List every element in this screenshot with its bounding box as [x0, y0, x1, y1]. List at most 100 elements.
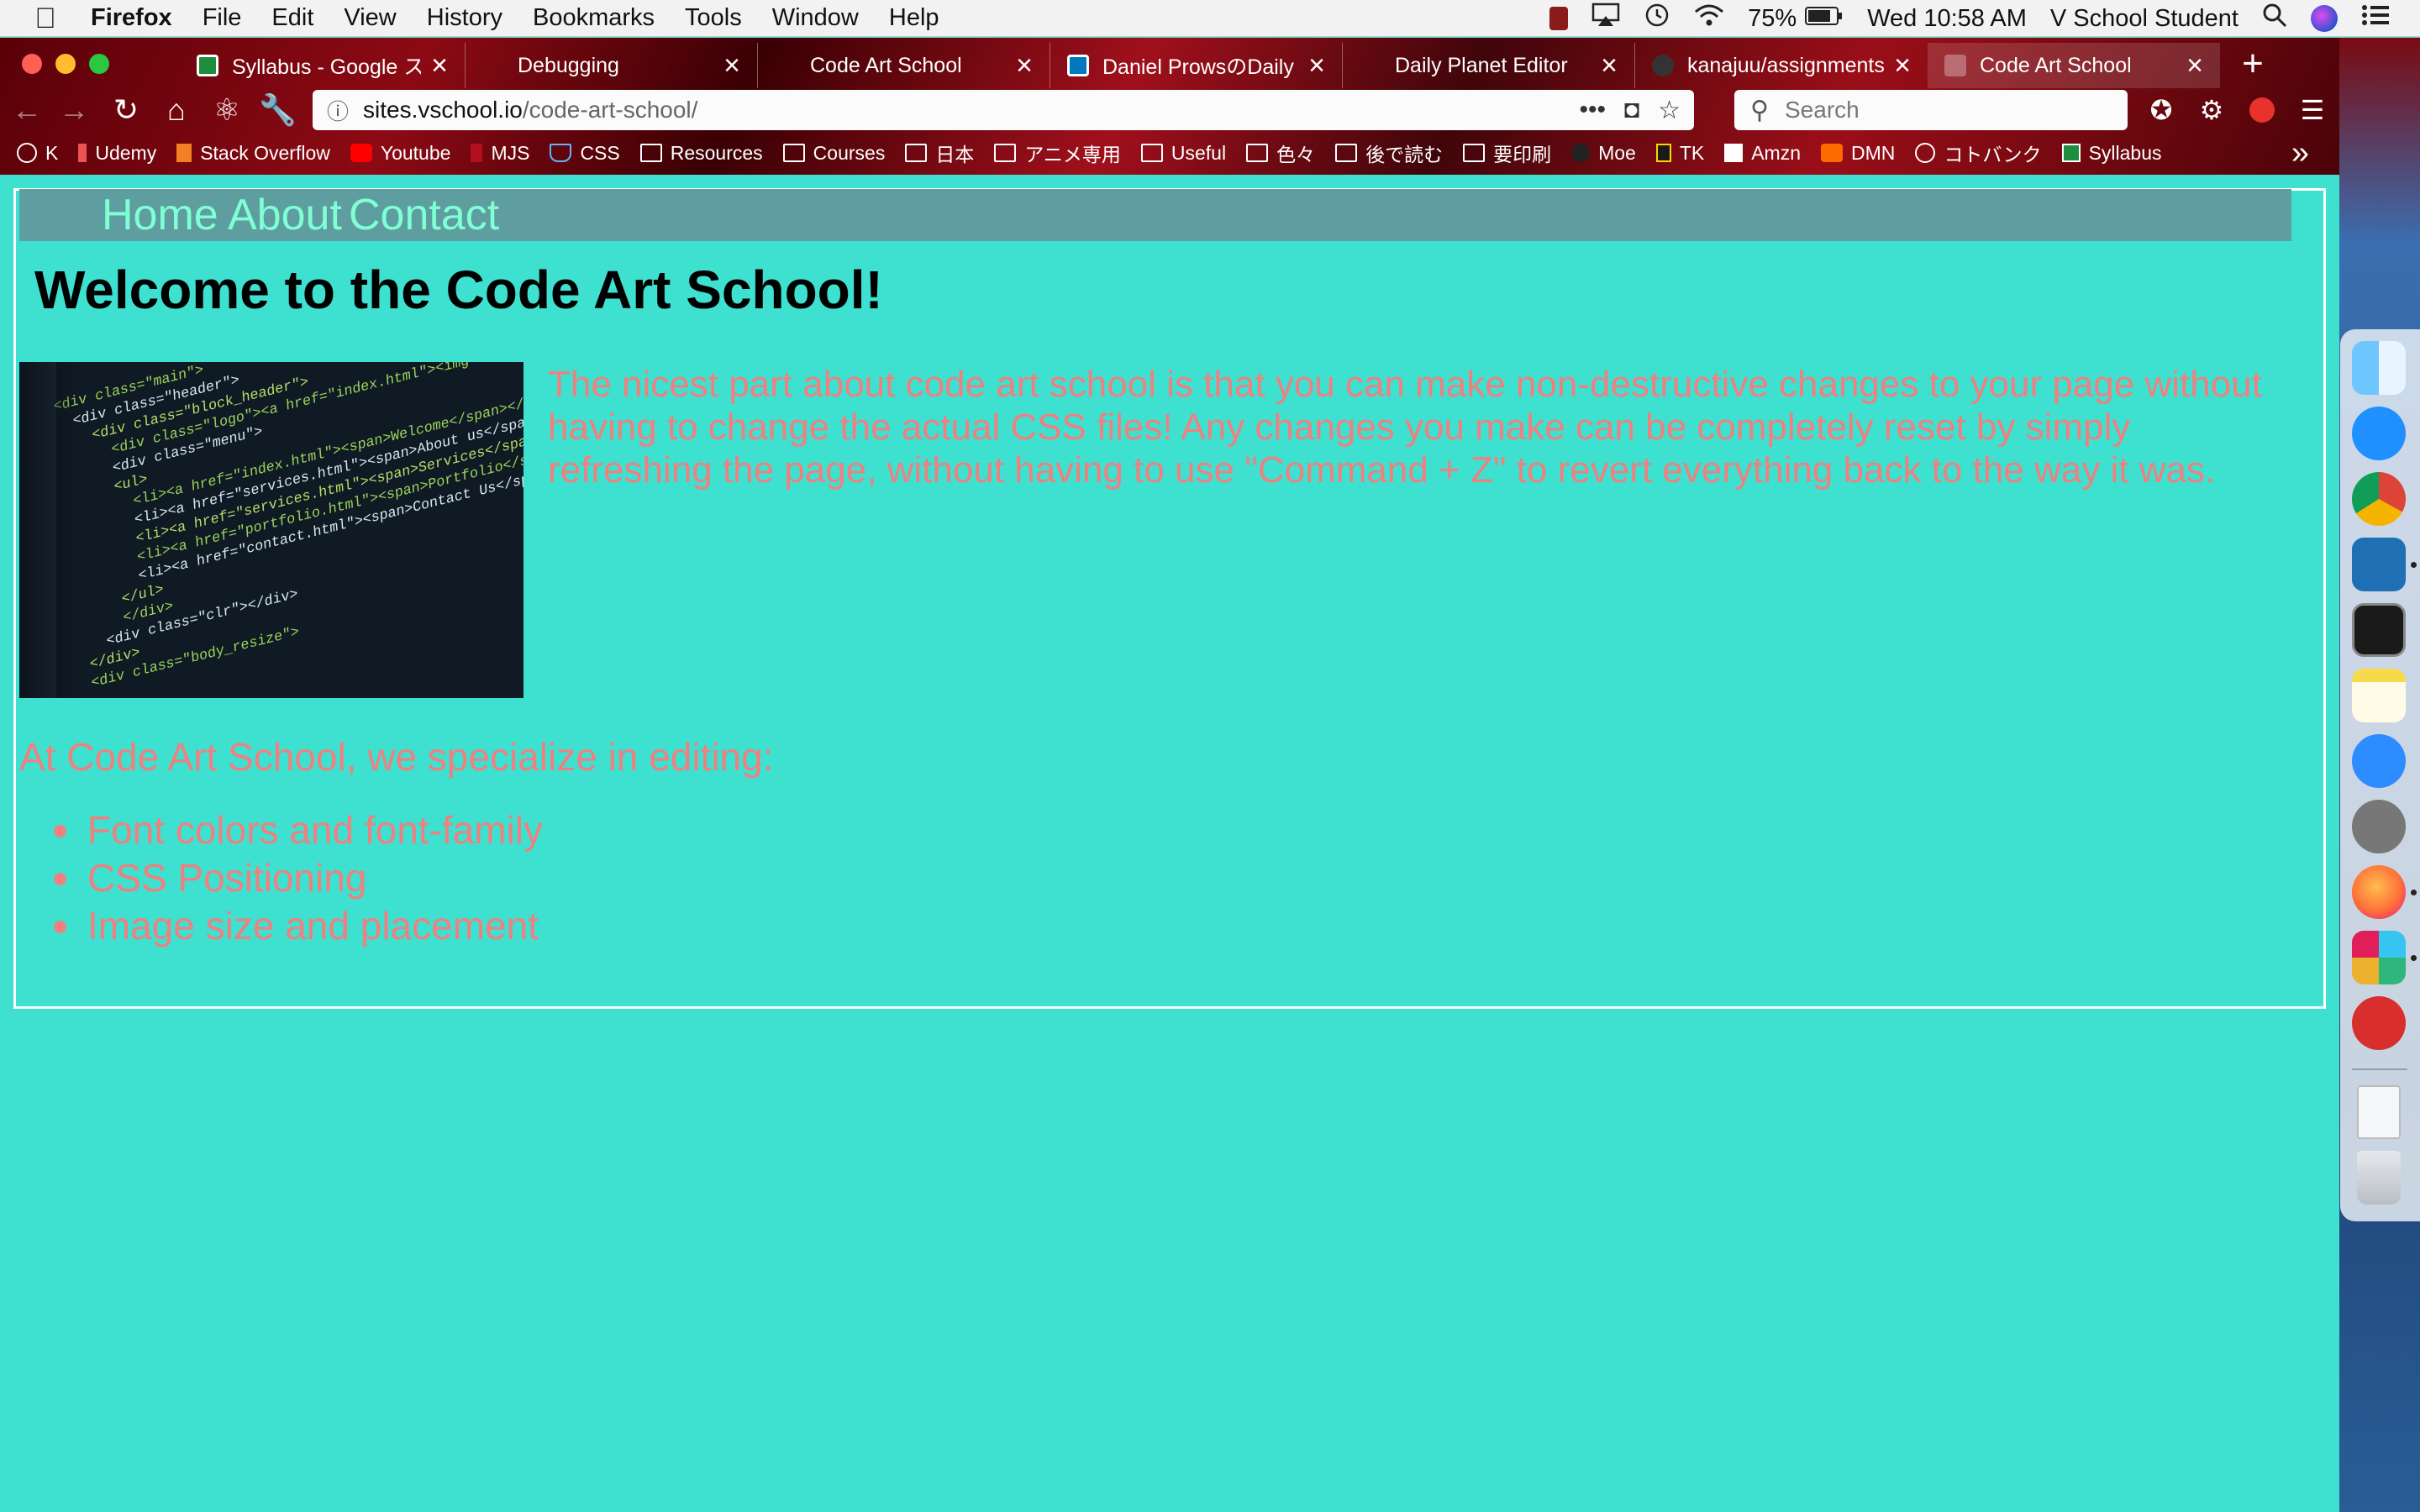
- document-icon[interactable]: [2357, 1085, 2401, 1139]
- address-bar[interactable]: ⓘ sites.vschool.io/code-art-school/ ••• …: [313, 90, 1694, 130]
- navigation-toolbar: ← → ↻ ⌂ ⚛ 🔧 ⓘ sites.vschool.io/code-art-…: [0, 88, 2339, 132]
- nav-link-about[interactable]: About: [228, 189, 342, 241]
- hamburger-menu-icon[interactable]: ☰: [2294, 92, 2331, 129]
- airplay-icon[interactable]: [1591, 3, 1620, 34]
- trash-icon[interactable]: [2357, 1151, 2401, 1205]
- running-indicator: [2411, 562, 2417, 568]
- menu-edit[interactable]: Edit: [271, 4, 313, 32]
- notification-center-icon[interactable]: [2361, 3, 2390, 34]
- firefox-icon[interactable]: [2352, 865, 2406, 919]
- page-actions-icon[interactable]: •••: [1579, 96, 1606, 124]
- siri-icon[interactable]: [2311, 5, 2338, 32]
- menu-bookmarks[interactable]: Bookmarks: [533, 4, 655, 32]
- app-store-icon[interactable]: [2352, 407, 2406, 460]
- bookmark-mjs[interactable]: MJS: [471, 142, 529, 165]
- close-tab-icon[interactable]: ×: [1894, 51, 1911, 80]
- bookmark-read-later[interactable]: 後で読む: [1335, 139, 1443, 167]
- css-icon: [550, 144, 572, 162]
- bookmark-tk[interactable]: TK: [1655, 142, 1704, 165]
- tomato-extension-icon[interactable]: [2244, 92, 2281, 129]
- bookmarks-overflow-icon[interactable]: »: [2291, 132, 2309, 174]
- notes-icon[interactable]: [2352, 669, 2406, 722]
- close-tab-icon[interactable]: ×: [723, 51, 740, 80]
- bookmark-iroiro[interactable]: 色々: [1246, 139, 1315, 167]
- bookmark-dmn[interactable]: DMN: [1821, 142, 1895, 165]
- minimize-window-button[interactable]: [55, 54, 76, 74]
- new-tab-button[interactable]: +: [2230, 43, 2275, 88]
- close-window-button[interactable]: [22, 54, 42, 74]
- reload-icon[interactable]: ↻: [108, 92, 145, 129]
- chrome-icon[interactable]: [2352, 472, 2406, 526]
- bookmark-resources[interactable]: Resources: [639, 142, 763, 165]
- back-icon[interactable]: ←: [8, 92, 45, 129]
- extension-gear-icon[interactable]: ⚙: [2193, 92, 2230, 129]
- menu-file[interactable]: File: [203, 4, 242, 32]
- bookmark-youtube[interactable]: Youtube: [350, 141, 451, 165]
- tab-code-art-school-1[interactable]: Code Art School ×: [758, 43, 1050, 88]
- zoom-icon[interactable]: [2352, 734, 2406, 788]
- wifi-icon[interactable]: [1694, 3, 1724, 34]
- wrench-icon[interactable]: 🔧: [259, 92, 297, 129]
- bookmark-courses[interactable]: Courses: [782, 142, 885, 165]
- tab-code-art-school-active[interactable]: Code Art School ×: [1928, 43, 2220, 88]
- bookmark-k[interactable]: K: [17, 142, 58, 165]
- bookmark-css[interactable]: CSS: [550, 142, 620, 165]
- tab-daily-planet[interactable]: Daily Planet Editor ×: [1343, 43, 1635, 88]
- battery-icon[interactable]: [1805, 5, 1844, 33]
- bookmark-udemy[interactable]: Udemy: [78, 142, 156, 165]
- bookmark-syllabus[interactable]: Syllabus: [2061, 142, 2162, 165]
- folder-icon: [1335, 144, 1358, 162]
- bookmark-anime[interactable]: アニメ専用: [994, 139, 1121, 167]
- bookmark-label: Youtube: [380, 141, 451, 164]
- finder-icon[interactable]: [2352, 341, 2406, 395]
- bookmark-kotobank[interactable]: コトバンク: [1915, 139, 2042, 167]
- menu-help[interactable]: Help: [889, 4, 939, 32]
- close-tab-icon[interactable]: ×: [1308, 51, 1325, 80]
- clock[interactable]: Wed 10:58 AM: [1867, 5, 2027, 33]
- home-icon[interactable]: ⌂: [158, 92, 195, 129]
- menu-window[interactable]: Window: [772, 4, 859, 32]
- close-tab-icon[interactable]: ×: [1016, 51, 1033, 80]
- running-indicator: [2411, 955, 2417, 961]
- bookmark-to-print[interactable]: 要印刷: [1463, 139, 1551, 167]
- app-status-icon[interactable]: [1549, 7, 1569, 30]
- tab-kanajuu-assignments[interactable]: kanajuu/assignments ×: [1635, 43, 1928, 88]
- battery-percent[interactable]: 75%: [1748, 5, 1797, 33]
- nav-link-home[interactable]: Home: [102, 189, 218, 241]
- bookmark-useful[interactable]: Useful: [1140, 142, 1226, 165]
- search-bar[interactable]: ⚲ Search: [1734, 90, 2128, 130]
- bookmark-amzn[interactable]: Amzn: [1724, 142, 1801, 165]
- maximize-window-button[interactable]: [89, 54, 109, 74]
- tab-syllabus[interactable]: Syllabus - Google ス ×: [180, 43, 466, 88]
- close-tab-icon[interactable]: ×: [431, 51, 448, 80]
- close-tab-icon[interactable]: ×: [2186, 51, 2203, 80]
- menu-app-name[interactable]: Firefox: [91, 4, 172, 32]
- menu-view[interactable]: View: [344, 4, 396, 32]
- time-machine-icon[interactable]: [1644, 2, 1670, 35]
- dock-separator: [2352, 1068, 2407, 1070]
- pocket-icon[interactable]: ◘: [1624, 96, 1639, 124]
- forward-icon[interactable]: →: [55, 92, 92, 129]
- apple-icon[interactable]: : [0, 0, 91, 37]
- vscode-icon[interactable]: [2352, 538, 2406, 591]
- current-user[interactable]: V School Student: [2050, 5, 2238, 33]
- bookmark-nihon[interactable]: 日本: [905, 139, 974, 167]
- menu-tools[interactable]: Tools: [685, 4, 742, 32]
- tab-daniel-prows[interactable]: Daniel ProwsのDaily F ×: [1050, 43, 1343, 88]
- extension-star-icon[interactable]: ✪: [2143, 92, 2180, 129]
- spotlight-icon[interactable]: [2262, 3, 2287, 34]
- menu-history[interactable]: History: [427, 4, 502, 32]
- system-preferences-icon[interactable]: [2352, 800, 2406, 853]
- site-info-icon[interactable]: ⓘ: [313, 95, 363, 126]
- terminal-icon[interactable]: [2352, 603, 2406, 657]
- bookmark-stack-overflow[interactable]: Stack Overflow: [176, 142, 330, 165]
- bookmark-moe[interactable]: Moe: [1571, 142, 1636, 165]
- pdf-app-icon[interactable]: [2352, 996, 2406, 1050]
- slack-icon[interactable]: [2352, 931, 2406, 984]
- bookmark-star-icon[interactable]: ☆: [1658, 96, 1681, 125]
- close-tab-icon[interactable]: ×: [1601, 51, 1618, 80]
- tab-debugging[interactable]: Debugging ×: [466, 43, 758, 88]
- nav-link-contact[interactable]: Contact: [349, 189, 499, 241]
- search-placeholder: Search: [1785, 97, 1860, 123]
- react-devtools-icon[interactable]: ⚛: [208, 92, 245, 129]
